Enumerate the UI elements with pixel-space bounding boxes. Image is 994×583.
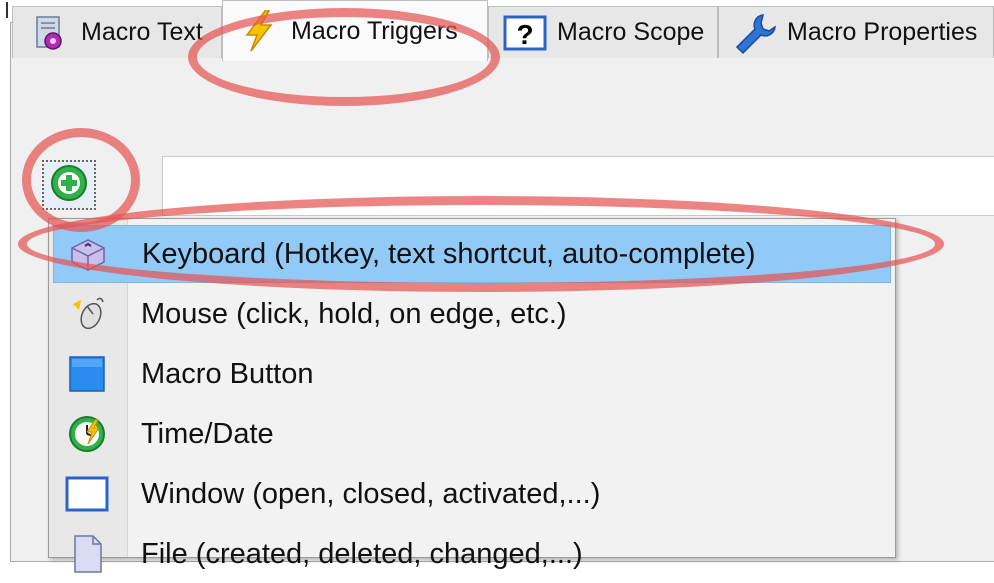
trigger-type-menu: Keyboard (Hotkey, text shortcut, auto-co…	[48, 218, 896, 573]
gear-document-icon	[27, 11, 71, 55]
tab-macro-text[interactable]: Macro Text	[12, 6, 222, 58]
menu-item-label: Macro Button	[141, 357, 314, 390]
tab-label: Macro Triggers	[291, 16, 458, 45]
tab-macro-scope[interactable]: ? Macro Scope	[488, 6, 718, 58]
tab-label: Macro Scope	[557, 18, 705, 46]
keyboard-key-icon	[60, 229, 116, 279]
menu-item-label: Keyboard (Hotkey, text shortcut, auto-co…	[142, 237, 756, 270]
tab-label: Macro Text	[81, 18, 203, 46]
question-mark-icon: ?	[503, 11, 547, 55]
menu-item-mouse[interactable]: Mouse (click, hold, on edge, etc.)	[53, 285, 891, 343]
lightning-icon	[237, 9, 281, 53]
menu-item-window[interactable]: Window (open, closed, activated,...)	[53, 465, 891, 523]
green-plus-icon	[49, 163, 89, 208]
menu-item-label: Mouse (click, hold, on edge, etc.)	[141, 297, 567, 330]
tab-macro-triggers[interactable]: Macro Triggers	[222, 0, 488, 61]
tab-label: Macro Properties	[787, 18, 978, 46]
wrench-icon	[733, 11, 777, 55]
file-icon	[59, 529, 115, 579]
menu-item-label: Window (open, closed, activated,...)	[141, 477, 601, 510]
clock-icon	[59, 409, 115, 459]
menu-item-macro-button[interactable]: Macro Button	[53, 345, 891, 403]
svg-text:?: ?	[516, 19, 533, 50]
menu-item-label: File (created, deleted, changed,...)	[141, 537, 583, 570]
trigger-list-box[interactable]	[162, 156, 994, 216]
window-icon	[59, 469, 115, 519]
menu-item-time-date[interactable]: Time/Date	[53, 405, 891, 463]
menu-item-label: Time/Date	[141, 417, 274, 450]
menu-item-keyboard[interactable]: Keyboard (Hotkey, text shortcut, auto-co…	[53, 225, 891, 283]
tab-macro-properties[interactable]: Macro Properties	[718, 6, 994, 58]
text-caret	[6, 2, 8, 18]
menu-item-file[interactable]: File (created, deleted, changed,...)	[53, 525, 891, 583]
add-trigger-button[interactable]	[42, 160, 96, 210]
blue-square-button-icon	[59, 349, 115, 399]
mouse-icon	[59, 289, 115, 339]
